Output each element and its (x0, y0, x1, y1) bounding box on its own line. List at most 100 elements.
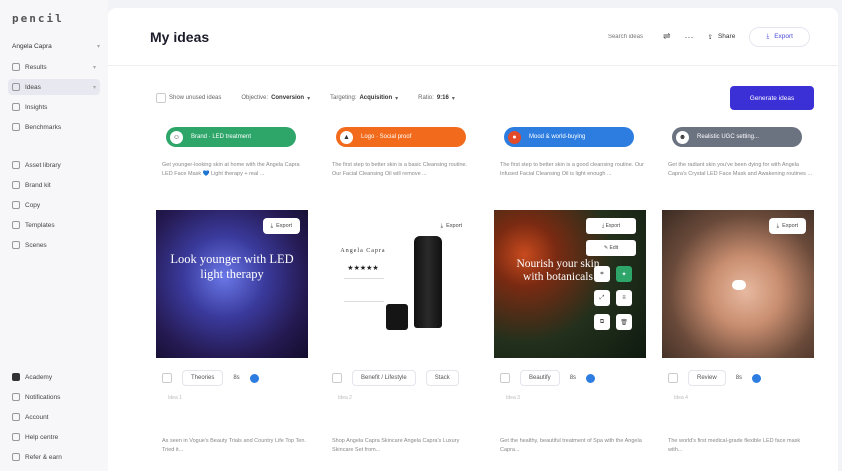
sidebar-item-help[interactable]: Help centre (8, 429, 100, 445)
format-chip[interactable]: Theories (182, 370, 224, 386)
pencil-logo[interactable]: pencil (12, 12, 100, 25)
help-icon (12, 433, 20, 441)
idea-card[interactable]: ● Mood & world-buying The first step to … (494, 127, 646, 463)
idea-image[interactable]: ⤓ Export Angela Capra ★★★★★ (326, 210, 478, 358)
trash-icon[interactable]: 🗑 (616, 314, 632, 330)
generate-ideas-button[interactable]: Generate ideas (730, 86, 814, 110)
chevron-down-icon: ▾ (96, 44, 100, 50)
product-brand-name: Angela Capra (340, 248, 386, 254)
export-button[interactable]: ⤓ Export (749, 26, 810, 47)
duration-label: 8s (569, 375, 577, 381)
refer-icon (12, 453, 20, 461)
filter-sliders-icon[interactable]: ⇌ (663, 31, 671, 42)
academy-icon (12, 373, 20, 381)
format-chip[interactable]: Review (688, 370, 726, 386)
sidebar-item-label: Results (25, 63, 47, 71)
download-icon: ⤓ (776, 222, 780, 229)
select-checkbox[interactable] (162, 373, 172, 383)
sidebar-item-label: Brand kit (25, 181, 51, 189)
idea-card[interactable]: ☺ Brand · LED treatment Get younger-look… (156, 127, 308, 463)
product-bottle (414, 236, 442, 328)
sidebar-item-label: Help centre (25, 433, 59, 441)
sidebar-item-label: Ideas (25, 83, 41, 91)
share-button[interactable]: ⇪ Share (708, 33, 736, 41)
search-input[interactable] (522, 26, 643, 47)
duration-label: 8s (735, 375, 743, 381)
select-checkbox[interactable] (500, 373, 510, 383)
layout-chip[interactable]: Stack (425, 370, 459, 386)
idea-tag[interactable]: ● Mood & world-buying (504, 127, 634, 147)
targeting-dropdown[interactable]: Targeting: Acquisition ▾ (330, 95, 398, 102)
ideas-icon (12, 83, 20, 91)
idea-tag[interactable]: ▲ Logo · Social proof (336, 127, 466, 147)
sidebar-item-templates[interactable]: Templates (8, 217, 100, 233)
idea-tag[interactable]: ☺ Brand · LED treatment (166, 127, 296, 147)
chevron-down-icon: ▾ (451, 95, 455, 102)
idea-meta: Benefit / Lifestyle Stack (332, 370, 476, 386)
account-icon (12, 413, 20, 421)
crop-icon[interactable]: ⌗ (594, 266, 610, 282)
globe-icon: ● (508, 130, 521, 144)
workspace-switcher[interactable]: Angela Capra ▾ (12, 43, 100, 50)
sidebar-item-copy[interactable]: Copy (8, 197, 100, 213)
image-overlay-text: Nourish your skin with botanicals (516, 258, 600, 283)
image-edit-button[interactable]: ✎ Edit (586, 240, 636, 256)
sidebar-item-refer[interactable]: Refer & earn (8, 449, 100, 465)
sidebar-item-scenes[interactable]: Scenes (8, 237, 100, 253)
product-in-hand (732, 280, 746, 290)
checkbox[interactable] (156, 93, 166, 103)
sidebar-item-ideas[interactable]: Ideas ▾ (8, 79, 100, 95)
duration-label: 8s (233, 375, 240, 381)
idea-image[interactable]: ⤓ Export Look younger with LED light ther… (156, 210, 308, 358)
share-icon: ⇪ (707, 33, 713, 41)
idea-image[interactable]: ⤓ Export (662, 210, 814, 358)
chevron-down-icon: ▾ (307, 95, 311, 102)
resize-icon[interactable]: ⤢ (594, 290, 610, 306)
sidebar-item-label: Templates (25, 221, 55, 229)
idea-card[interactable]: ▲ Logo · Social proof The first step to … (326, 127, 478, 463)
sidebar-item-notifications[interactable]: Notifications (8, 389, 100, 405)
sidebar-item-brand-kit[interactable]: Brand kit (8, 177, 100, 193)
chevron-down-icon: ▾ (92, 84, 96, 91)
notifications-icon (12, 393, 20, 401)
idea-card[interactable]: ☻ Realistic UGC setting... Get the radia… (662, 127, 814, 463)
sidebar-item-account[interactable]: Account (8, 409, 100, 425)
image-export-button[interactable]: ⤓ Export (768, 218, 806, 234)
idea-body-text: As seen in Vogue's Beauty Trials and Cou… (162, 438, 306, 453)
ratio-dropdown[interactable]: Ratio: 9:16 ▾ (418, 95, 455, 102)
unused-ideas-toggle[interactable]: Show unused ideas (156, 93, 221, 103)
idea-meta: Theories 8s (162, 370, 306, 386)
download-icon: ⤓ (270, 222, 274, 229)
magic-icon[interactable]: ✦ (616, 266, 632, 282)
objective-dropdown[interactable]: Objective: Conversion ▾ (241, 95, 310, 102)
format-chip[interactable]: Beautify (520, 370, 560, 386)
image-export-button[interactable]: ⤓ Export (432, 218, 470, 234)
more-options-icon[interactable]: ··· (685, 32, 694, 42)
layers-icon[interactable]: ≡ (616, 290, 632, 306)
sidebar-item-benchmarks[interactable]: Benchmarks (8, 119, 100, 135)
idea-image[interactable]: Nourish your skin with botanicals ⤓ Expo… (494, 210, 646, 358)
page-title: My ideas (150, 28, 210, 45)
insights-icon (12, 103, 20, 111)
sidebar-item-label: Account (25, 413, 49, 421)
idea-number: Idea 2 (338, 395, 352, 401)
sidebar-item-academy[interactable]: Academy (8, 369, 100, 385)
workspace-name: Angela Capra (12, 43, 52, 50)
select-checkbox[interactable] (332, 373, 342, 383)
image-export-button[interactable]: ⤓ Export (262, 218, 300, 234)
results-icon (12, 63, 20, 71)
sidebar-item-insights[interactable]: Insights (8, 99, 100, 115)
select-checkbox[interactable] (668, 373, 678, 383)
product-jar (386, 304, 408, 330)
idea-tag[interactable]: ☻ Realistic UGC setting... (672, 127, 802, 147)
sidebar-item-asset-library[interactable]: Asset library (8, 157, 100, 173)
sidebar-item-label: Insights (25, 103, 48, 111)
scenes-icon (12, 241, 20, 249)
image-export-button[interactable]: ⤓ Export (586, 218, 636, 234)
sidebar-item-results[interactable]: Results ▾ (8, 59, 100, 75)
format-chip[interactable]: Benefit / Lifestyle (352, 370, 416, 386)
filter-bar: Show unused ideas Objective: Conversion … (156, 86, 814, 110)
templates-icon (12, 221, 20, 229)
sidebar: pencil Angela Capra ▾ Results ▾ Ideas ▾ … (0, 0, 108, 471)
duplicate-icon[interactable]: ⧉ (594, 314, 610, 330)
